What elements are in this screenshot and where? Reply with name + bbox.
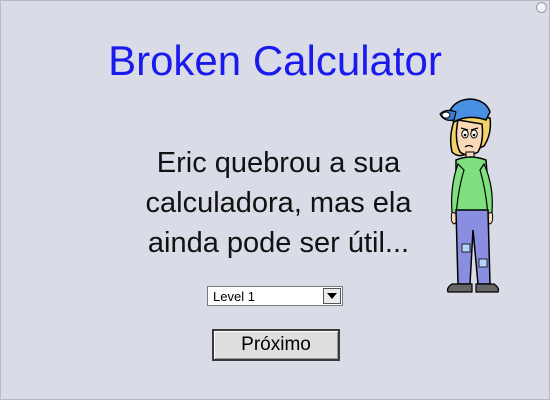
intro-message: Eric quebrou a sua calculadora, mas ela … xyxy=(96,143,461,263)
message-line: calculadora, mas ela xyxy=(145,187,412,219)
level-dropdown[interactable]: Level 1 xyxy=(207,286,343,306)
message-line: Eric quebrou a sua xyxy=(156,147,401,179)
level-dropdown-value: Level 1 xyxy=(213,288,255,304)
app-stage: Broken Calculator Eric quebrou a sua cal… xyxy=(0,0,550,400)
dropdown-arrow-icon[interactable] xyxy=(323,288,341,304)
sad-boy-illustration xyxy=(439,98,500,293)
message-line: ainda pode ser útil... xyxy=(147,227,410,259)
next-button[interactable]: Próximo xyxy=(212,329,340,361)
window-dot-icon xyxy=(536,2,547,13)
page-title: Broken Calculator xyxy=(108,37,442,84)
